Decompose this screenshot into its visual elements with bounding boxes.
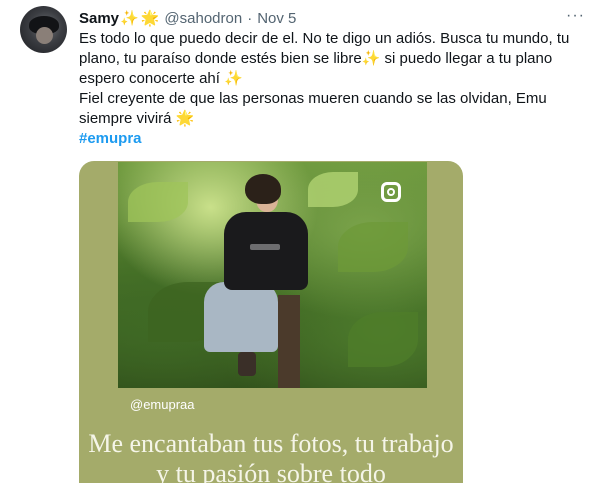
wooden-post [278, 295, 300, 388]
hashtag-link[interactable]: #emupra [79, 130, 142, 147]
glowing-star-icon: 🌟 [140, 10, 160, 27]
shirt-print [250, 244, 280, 250]
media-username: @emupraa [130, 397, 195, 412]
media-photo [118, 162, 427, 388]
tweet-media[interactable]: @emupraa Me encantaban tus fotos, tu tra… [79, 161, 463, 483]
person-shirt [224, 212, 308, 290]
sparkles-icon: ✨ [224, 70, 243, 87]
sparkles-icon: ✨ [361, 50, 381, 67]
author-display-name[interactable]: Samy [79, 10, 119, 27]
tweet[interactable]: Samy ✨ 🌟 @sahodron · Nov 5 ··· Es todo l… [0, 0, 597, 483]
person-legs [204, 282, 278, 352]
header-separator: · [247, 9, 253, 27]
instagram-icon [381, 182, 401, 202]
sparkles-icon: ✨ [120, 10, 139, 27]
more-options-icon[interactable]: ··· [566, 8, 585, 24]
tweet-text: Es todo lo que puedo decir de el. No te … [79, 29, 579, 149]
person-boot [238, 352, 256, 376]
tweet-date[interactable]: Nov 5 [257, 10, 296, 27]
author-handle[interactable]: @sahodron [164, 10, 242, 27]
media-quote-text: Me encantaban tus fotos, tu trabajo y tu… [88, 429, 454, 483]
avatar[interactable] [20, 6, 67, 53]
tweet-text-part-3: Fiel creyente de que las personas mueren… [79, 90, 547, 127]
person-hair [245, 174, 281, 204]
tweet-header: Samy ✨ 🌟 @sahodron · Nov 5 [79, 8, 296, 28]
avatar-face [36, 27, 53, 44]
glowing-star-icon: 🌟 [175, 110, 195, 127]
